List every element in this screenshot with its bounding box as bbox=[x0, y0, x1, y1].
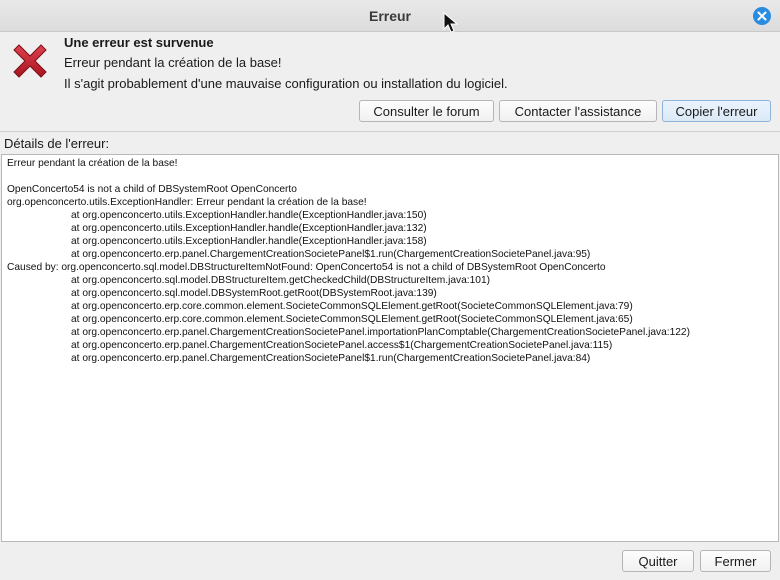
copy-error-button[interactable]: Copier l'erreur bbox=[662, 100, 771, 122]
trace-line bbox=[7, 170, 773, 183]
close-icon bbox=[757, 11, 767, 21]
trace-line: at org.openconcerto.utils.ExceptionHandl… bbox=[71, 236, 427, 247]
trace-line: at org.openconcerto.erp.panel.Chargement… bbox=[71, 327, 690, 338]
error-hint: Il s'agit probablement d'une mauvaise co… bbox=[64, 76, 508, 91]
forum-button[interactable]: Consulter le forum bbox=[359, 100, 494, 122]
title-bar: Erreur bbox=[0, 0, 780, 32]
trace-line: at org.openconcerto.utils.ExceptionHandl… bbox=[71, 210, 427, 221]
close-window-button[interactable] bbox=[753, 7, 771, 25]
trace-line: at org.openconcerto.sql.model.DBSystemRo… bbox=[71, 288, 437, 299]
separator bbox=[0, 131, 780, 132]
trace-line: at org.openconcerto.erp.panel.Chargement… bbox=[71, 340, 613, 351]
error-headline: Une erreur est survenue bbox=[64, 35, 214, 50]
trace-line: at org.openconcerto.utils.ExceptionHandl… bbox=[71, 223, 427, 234]
error-message: Erreur pendant la création de la base! bbox=[64, 55, 282, 70]
window-title: Erreur bbox=[368, 8, 412, 24]
quit-button[interactable]: Quitter bbox=[622, 550, 694, 572]
trace-line: Caused by: org.openconcerto.sql.model.DB… bbox=[7, 262, 606, 273]
error-header: Une erreur est survenue Erreur pendant l… bbox=[0, 32, 780, 131]
trace-line: at org.openconcerto.sql.model.DBStructur… bbox=[71, 275, 491, 286]
trace-line: at org.openconcerto.erp.core.common.elem… bbox=[71, 314, 633, 325]
details-label: Détails de l'erreur: bbox=[4, 136, 110, 151]
trace-line: at org.openconcerto.erp.core.common.elem… bbox=[71, 301, 633, 312]
trace-line: OpenConcerto54 is not a child of DBSyste… bbox=[7, 184, 297, 195]
trace-line: at org.openconcerto.erp.panel.Chargement… bbox=[71, 249, 591, 260]
close-button[interactable]: Fermer bbox=[700, 550, 771, 572]
trace-line: Erreur pendant la création de la base! bbox=[7, 158, 178, 169]
contact-support-button[interactable]: Contacter l'assistance bbox=[499, 100, 657, 122]
error-x-icon bbox=[10, 41, 50, 86]
trace-line: at org.openconcerto.erp.panel.Chargement… bbox=[71, 353, 591, 364]
trace-line: org.openconcerto.utils.ExceptionHandler:… bbox=[7, 197, 367, 208]
error-details-text-area[interactable]: Erreur pendant la création de la base! Op… bbox=[1, 154, 779, 542]
